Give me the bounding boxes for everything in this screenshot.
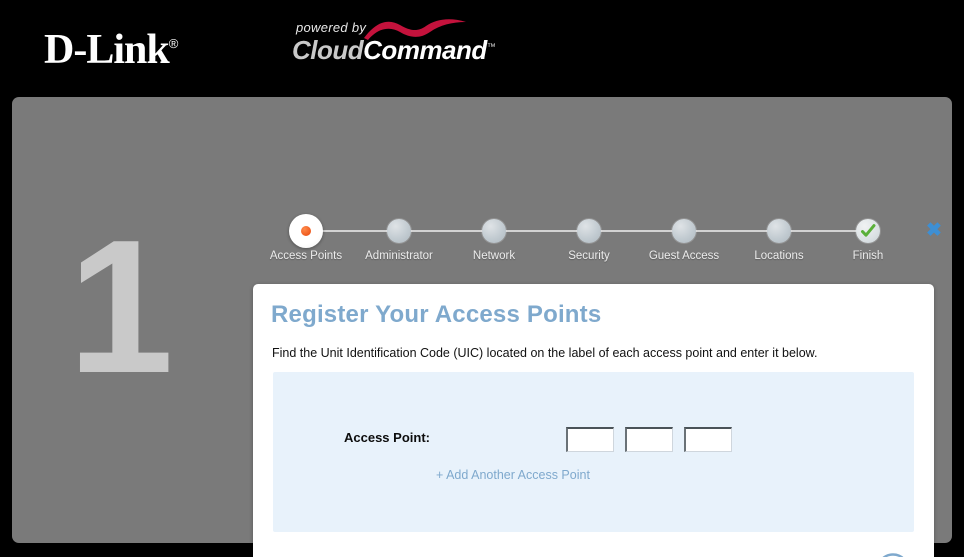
- header-brand-bar: D-Link® powered by CloudCommand™: [0, 0, 964, 96]
- trademark-mark-icon: ™: [486, 41, 496, 52]
- register-card: Register Your Access Points Find the Uni…: [253, 284, 934, 557]
- step-dot-icon: [387, 219, 411, 243]
- step-label: Access Points: [269, 250, 343, 262]
- add-another-access-point-link[interactable]: + Add Another Access Point: [436, 468, 590, 482]
- uic-input-3[interactable]: [684, 427, 732, 452]
- step-dot-icon: [482, 219, 506, 243]
- wizard-stepper: Access Points Administrator Network Secu…: [270, 209, 898, 273]
- step-number-watermark: 1: [68, 201, 174, 413]
- close-icon[interactable]: ✖: [916, 213, 952, 247]
- step-label: Guest Access: [648, 250, 720, 262]
- step-label: Finish: [852, 250, 884, 262]
- powered-by-label: powered by: [296, 20, 367, 35]
- step-label: Administrator: [365, 250, 433, 262]
- cloud-word: Cloud: [292, 35, 364, 65]
- step-label: Locations: [754, 250, 804, 262]
- step-label: Network: [472, 250, 516, 262]
- step-dot-icon: [289, 214, 323, 248]
- access-point-row: Access Point:: [273, 427, 914, 453]
- step-dot-icon: [767, 219, 791, 243]
- step-label: Security: [568, 250, 610, 262]
- uic-input-2[interactable]: [625, 427, 673, 452]
- dlink-wordmark: D-Link: [44, 27, 170, 73]
- app-root: D-Link® powered by CloudCommand™ 1 ✖ Acc…: [0, 0, 964, 557]
- card-description: Find the Unit Identification Code (UIC) …: [272, 346, 818, 360]
- next-button[interactable]: NEXT: [868, 553, 918, 557]
- access-point-label: Access Point:: [344, 430, 430, 445]
- uic-form-panel: Access Point: + Add Another Access Point: [273, 372, 914, 532]
- step-dot-icon: [672, 219, 696, 243]
- cloudcommand-wordmark: CloudCommand™: [292, 35, 496, 66]
- wizard-panel: 1 ✖ Access Points Administrator Network …: [12, 97, 952, 557]
- registered-mark-icon: ®: [168, 36, 179, 51]
- step-dot-icon: [577, 219, 601, 243]
- page-title: Register Your Access Points: [271, 301, 602, 328]
- uic-input-1[interactable]: [566, 427, 614, 452]
- dlink-logo: D-Link®: [44, 20, 178, 74]
- cloudcommand-logo: powered by CloudCommand™: [292, 19, 496, 68]
- next-arrow-icon: [882, 553, 904, 557]
- command-word: Command: [363, 35, 487, 65]
- check-icon: [861, 224, 876, 237]
